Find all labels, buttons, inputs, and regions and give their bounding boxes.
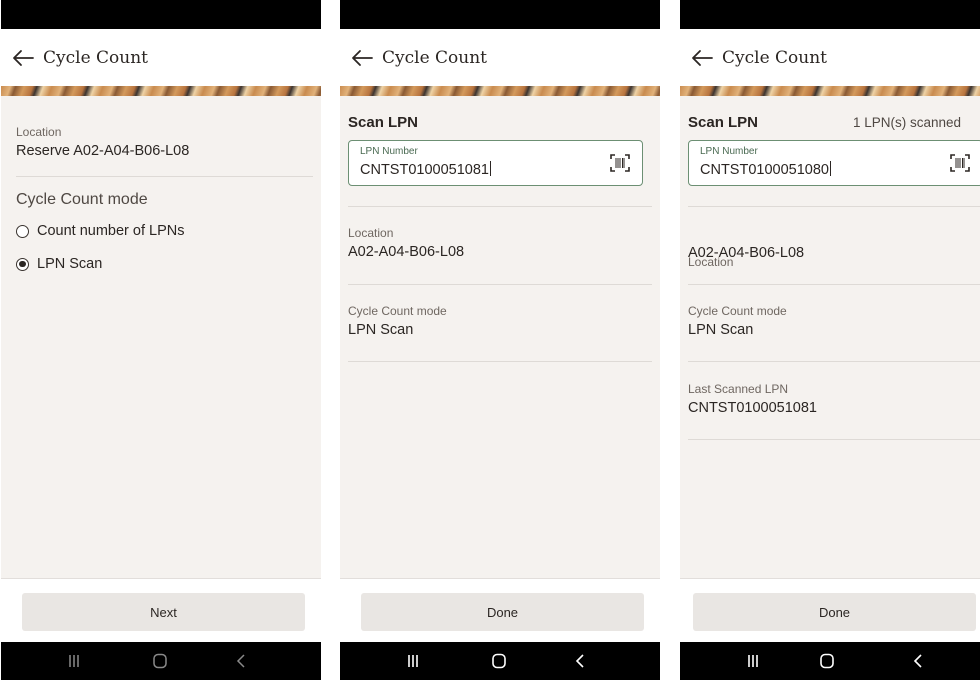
divider [348,284,652,285]
page-title: Cycle Count [43,48,149,68]
lpn-scanned-count: 1 LPN(s) scanned [853,115,962,130]
home-icon[interactable] [490,653,508,669]
app-header: Cycle Count [680,29,980,86]
page-title: Cycle Count [722,48,828,68]
phone-screen-scan-first: Cycle Count Scan LPN LPN Number CNTST010… [340,0,660,680]
text-caret [829,161,831,176]
done-button[interactable]: Done [693,593,976,631]
barcode-scan-icon[interactable] [610,154,630,172]
divider [16,176,313,177]
divider [688,361,980,362]
divider [348,361,652,362]
divider [348,206,652,207]
app-header: Cycle Count [1,29,321,86]
radio-button-unchecked[interactable] [16,224,29,238]
lpn-number-value: CNTST0100051081 [360,162,489,178]
next-button[interactable]: Next [22,593,305,631]
divider [688,206,980,207]
status-bar [680,0,980,29]
radio-option-lpn-scan[interactable]: LPN Scan [16,254,102,274]
last-scanned-lpn-value: CNTST0100051081 [688,400,817,416]
recents-icon[interactable] [404,653,422,669]
done-button[interactable]: Done [361,593,644,631]
location-label: Location [348,226,394,240]
lpn-number-label: LPN Number [360,146,418,157]
content-area: Scan LPN LPN Number CNTST0100051081 Loca… [340,96,660,578]
cycle-count-mode-label: Cycle Count mode [688,304,787,318]
home-icon[interactable] [818,653,836,669]
home-icon[interactable] [151,653,169,669]
phone-screen-mode-select: Cycle Count Location Reserve A02-A04-B06… [1,0,321,680]
app-header: Cycle Count [340,29,660,86]
content-area: Location Reserve A02-A04-B06-L08 Cycle C… [1,96,321,578]
chevron-left-icon[interactable] [572,653,590,669]
arrow-left-icon[interactable] [11,47,35,69]
radio-button-checked[interactable] [16,257,29,271]
system-nav-bar [1,642,321,680]
radio-label: Count number of LPNs [37,223,185,239]
lpn-number-input[interactable]: CNTST0100051080 [700,161,831,178]
recents-icon[interactable] [65,653,83,669]
cycle-count-mode-label: Cycle Count mode [348,304,447,318]
location-label: Location [16,125,62,139]
cycle-count-mode-value: LPN Scan [348,322,414,338]
lpn-number-field[interactable]: LPN Number CNTST0100051080 [688,140,980,186]
footer: Done [680,578,980,642]
footer: Next [1,578,321,642]
system-nav-bar [340,642,660,680]
location-value: A02-A04-B06-L08 [688,245,805,261]
lpn-number-field[interactable]: LPN Number CNTST0100051081 [348,140,643,186]
cycle-count-mode-value: LPN Scan [688,322,754,338]
arrow-left-icon[interactable] [690,47,714,69]
status-bar [1,0,321,29]
phone-screen-scan-second: Cycle Count Scan LPN 1 LPN(s) scanned LP… [680,0,980,680]
radio-label: LPN Scan [37,256,103,272]
decorative-banner [1,86,321,96]
page-title: Cycle Count [382,48,488,68]
cycle-count-mode-heading: Cycle Count mode [16,191,148,208]
recents-icon[interactable] [744,653,762,669]
footer: Done [340,578,660,642]
location-value: Reserve A02-A04-B06-L08 [16,143,190,159]
arrow-left-icon[interactable] [350,47,374,69]
scan-lpn-title: Scan LPN [688,114,759,131]
lpn-number-label: LPN Number [700,146,758,157]
decorative-banner [680,86,980,96]
chevron-left-icon[interactable] [910,653,928,669]
divider [688,284,980,285]
barcode-scan-icon[interactable] [950,154,970,172]
status-bar [340,0,660,29]
text-caret [489,161,491,176]
chevron-left-icon[interactable] [233,653,251,669]
decorative-banner [340,86,660,96]
system-nav-bar [680,642,980,680]
lpn-number-value: CNTST0100051080 [700,162,829,178]
divider [688,439,980,440]
scan-lpn-title: Scan LPN [348,114,419,131]
radio-option-count-lpns[interactable]: Count number of LPNs [16,221,185,241]
last-scanned-lpn-label: Last Scanned LPN [688,382,789,396]
content-area: Scan LPN 1 LPN(s) scanned LPN Number CNT… [680,96,980,578]
lpn-number-input[interactable]: CNTST0100051081 [360,161,491,178]
location-value: A02-A04-B06-L08 [348,244,465,260]
